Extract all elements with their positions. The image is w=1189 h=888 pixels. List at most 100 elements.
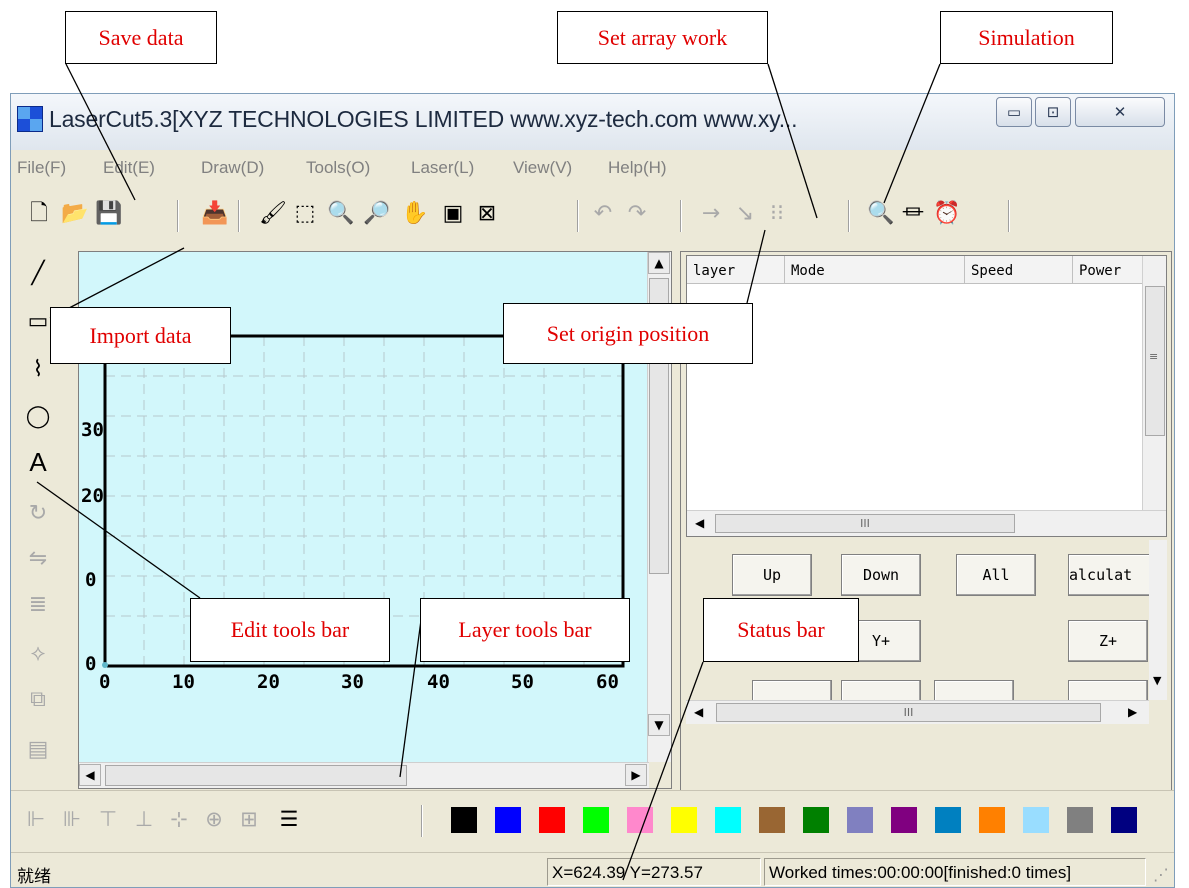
x-tick-label: 60	[596, 671, 619, 693]
grid-toggle-icon[interactable]: ▤	[23, 735, 53, 765]
scroll-right-icon[interactable]: ▶	[1128, 705, 1137, 719]
color-swatch[interactable]	[935, 807, 961, 833]
pan-hand-icon[interactable]: ✋	[401, 200, 429, 228]
save-icon[interactable]: 💾	[95, 200, 123, 228]
node-edit-icon[interactable]: ⟡	[23, 639, 53, 669]
y-tick-label: 30	[81, 419, 104, 441]
callout-edit-tools-bar: Edit tools bar	[190, 598, 390, 662]
menu-help[interactable]: Help(H)	[608, 158, 667, 178]
measure-icon[interactable]: ⏛	[899, 200, 927, 228]
align-left-icon[interactable]: ⊩	[23, 805, 49, 833]
layers-icon[interactable]: ☰	[276, 805, 302, 833]
up-button[interactable]: Up	[732, 554, 812, 596]
menu-file[interactable]: File(F)	[17, 158, 66, 178]
brush-icon[interactable]: 🖌	[259, 200, 287, 228]
scroll-left-icon[interactable]: ◀	[695, 516, 704, 530]
undo-icon[interactable]: ↶	[589, 200, 617, 228]
toolbar-separator	[177, 200, 179, 232]
layer-list-vertical-scrollbar[interactable]: ≡	[1142, 256, 1166, 510]
menu-laser[interactable]: Laser(L)	[411, 158, 474, 178]
button-panel-horizontal-scrollbar[interactable]: ◀ III ▶	[686, 700, 1149, 724]
calculate-button[interactable]: alculat	[1068, 554, 1158, 596]
rotate-icon[interactable]: ↻	[23, 499, 53, 529]
down-button[interactable]: Down	[841, 554, 921, 596]
simulation-icon[interactable]: 🔍	[867, 200, 895, 228]
zoom-out-icon[interactable]: 🔎	[363, 200, 391, 228]
array-icon[interactable]: ⁝⁝	[763, 200, 791, 228]
scroll-left-icon[interactable]: ◀	[79, 764, 101, 786]
menu-tools[interactable]: Tools(O)	[306, 158, 370, 178]
text-icon[interactable]: A	[23, 447, 53, 477]
mirror-icon[interactable]: ⇋	[23, 544, 53, 574]
color-swatch[interactable]	[759, 807, 785, 833]
column-mode[interactable]: Mode	[785, 256, 965, 284]
all-button[interactable]: All	[956, 554, 1036, 596]
close-button[interactable]: ✕	[1075, 97, 1165, 127]
column-layer[interactable]: layer	[687, 256, 785, 284]
fit-view-icon[interactable]: ⊠	[473, 200, 501, 228]
resize-grip-icon[interactable]: ⋰	[1153, 865, 1169, 884]
color-swatch[interactable]	[803, 807, 829, 833]
rectangle-icon[interactable]: ▭	[23, 307, 53, 337]
maximize-button[interactable]: ⊡	[1035, 97, 1071, 127]
color-swatch[interactable]	[891, 807, 917, 833]
color-swatch[interactable]	[715, 807, 741, 833]
scroll-left-icon[interactable]: ◀	[694, 705, 703, 719]
center-vertical-icon[interactable]: ⊕	[201, 805, 227, 833]
button-panel-vertical-scrollbar[interactable]: ▼	[1149, 540, 1167, 700]
scroll-up-icon[interactable]: ▲	[648, 252, 670, 274]
scroll-right-icon[interactable]: ▶	[625, 764, 647, 786]
color-swatch[interactable]	[539, 807, 565, 833]
align-right-icon[interactable]: ⊪	[59, 805, 85, 833]
minimize-button[interactable]: ▭	[996, 97, 1032, 127]
new-file-icon[interactable]: 🗋	[25, 200, 53, 228]
arrow-icon[interactable]: →	[697, 200, 725, 228]
align-bottom-icon[interactable]: ⊥	[131, 805, 157, 833]
window-title: LaserCut5.3[XYZ TECHNOLOGIES LIMITED www…	[49, 106, 798, 132]
alarm-clock-icon[interactable]: ⏰	[933, 200, 961, 228]
color-swatch[interactable]	[671, 807, 697, 833]
x-tick-label: 10	[172, 671, 195, 693]
menu-draw[interactable]: Draw(D)	[201, 158, 264, 178]
toolbar-separator	[848, 200, 850, 232]
page-view-icon[interactable]: ▣	[439, 200, 467, 228]
button-panel-h-scroll-thumb[interactable]: III	[716, 703, 1101, 722]
menu-view[interactable]: View(V)	[513, 158, 572, 178]
crop-icon[interactable]: ⧉	[23, 685, 53, 715]
status-bar: 就绪 X=624.39 Y=273.57 Worked times:00:00:…	[11, 852, 1174, 887]
color-swatch[interactable]	[1023, 807, 1049, 833]
redo-icon[interactable]: ↷	[623, 200, 651, 228]
center-horizontal-icon[interactable]: ⊹	[166, 805, 192, 833]
ellipse-icon[interactable]: ◯	[23, 402, 53, 432]
color-swatch[interactable]	[847, 807, 873, 833]
zoom-in-icon[interactable]: 🔍	[327, 200, 355, 228]
line-icon[interactable]: ╱	[23, 259, 53, 289]
x-tick-label: 0	[99, 671, 110, 693]
canvas-horizontal-scrollbar[interactable]: ◀ ▶	[79, 762, 649, 788]
align-icon[interactable]: ≣	[23, 590, 53, 620]
align-top-icon[interactable]: ⊤	[95, 805, 121, 833]
polyline-icon[interactable]: ⌇	[23, 355, 53, 385]
scroll-down-icon[interactable]: ▼	[648, 714, 670, 736]
color-swatch[interactable]	[1111, 807, 1137, 833]
color-swatch[interactable]	[627, 807, 653, 833]
set-origin-icon[interactable]: ↘	[731, 200, 759, 228]
layer-list-horizontal-scrollbar[interactable]: ◀ III	[687, 510, 1166, 536]
color-swatch[interactable]	[451, 807, 477, 833]
select-icon[interactable]: ⬚	[291, 200, 319, 228]
color-swatch[interactable]	[1067, 807, 1093, 833]
z-plus-button[interactable]: Z+	[1068, 620, 1148, 662]
menu-edit[interactable]: Edit(E)	[103, 158, 155, 178]
color-swatch[interactable]	[979, 807, 1005, 833]
layer-list[interactable]: layer Mode Speed Power ≡ ◀ III	[686, 255, 1167, 537]
color-swatch[interactable]	[495, 807, 521, 833]
scroll-down-icon[interactable]: ▼	[1153, 674, 1161, 687]
import-icon[interactable]: 📥	[201, 200, 229, 228]
toolbar-separator	[680, 200, 682, 232]
column-speed[interactable]: Speed	[965, 256, 1073, 284]
open-folder-icon[interactable]: 📂	[61, 200, 89, 228]
color-swatch[interactable]	[583, 807, 609, 833]
center-both-icon[interactable]: ⊞	[236, 805, 262, 833]
layer-list-h-scroll-thumb[interactable]: III	[715, 514, 1015, 533]
horizontal-scroll-thumb[interactable]	[105, 765, 407, 786]
